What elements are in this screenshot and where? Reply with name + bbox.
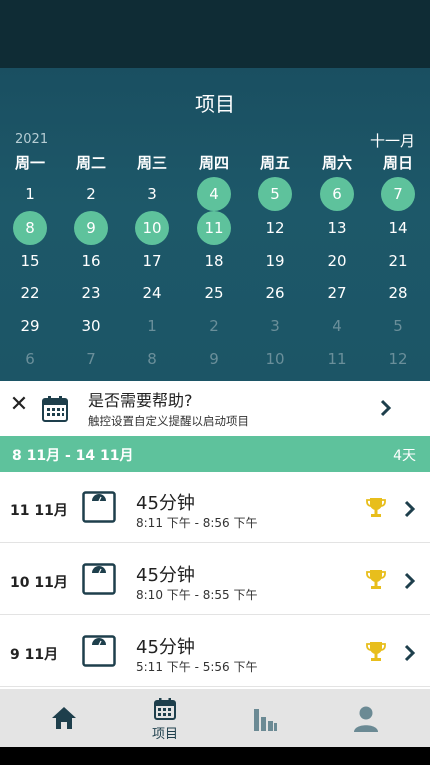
status-bar bbox=[0, 0, 430, 68]
calendar-day[interactable]: 12 bbox=[258, 211, 292, 245]
calendar-day[interactable]: 18 bbox=[197, 244, 231, 278]
nav-home[interactable] bbox=[14, 689, 114, 747]
help-card[interactable]: ✕ 是否需要帮助? 触控设置自定义提醒以启动项目 bbox=[0, 381, 430, 436]
calendar-day[interactable]: 9 bbox=[197, 342, 231, 376]
calendar-day[interactable]: 21 bbox=[381, 244, 415, 278]
calendar-day[interactable]: 19 bbox=[258, 244, 292, 278]
calendar-day[interactable]: 16 bbox=[74, 244, 108, 278]
week-day-count: 4天 bbox=[393, 448, 416, 464]
weekday-label: 周五 bbox=[259, 154, 290, 172]
weekday-label: 周二 bbox=[75, 154, 106, 172]
calendar-day[interactable]: 2 bbox=[74, 177, 108, 211]
page-title: 项目 bbox=[195, 92, 235, 116]
scale-icon bbox=[82, 491, 116, 523]
calendar-day[interactable]: 25 bbox=[197, 276, 231, 310]
calendar-day-completed[interactable]: 9 bbox=[74, 211, 108, 245]
bar-chart-icon bbox=[254, 709, 277, 731]
trophy-icon bbox=[366, 570, 386, 589]
calendar-day[interactable]: 5 bbox=[381, 309, 415, 343]
trophy-icon bbox=[366, 642, 386, 661]
nav-profile[interactable] bbox=[316, 689, 416, 747]
trophy-icon bbox=[366, 498, 386, 517]
calendar-day[interactable]: 28 bbox=[381, 276, 415, 310]
home-icon bbox=[52, 707, 76, 729]
chevron-right-icon[interactable] bbox=[404, 644, 416, 662]
calendar-day[interactable]: 6 bbox=[13, 342, 47, 376]
calendar-day-completed[interactable]: 10 bbox=[135, 211, 169, 245]
chevron-right-icon[interactable] bbox=[404, 500, 416, 518]
calendar-day-completed[interactable]: 5 bbox=[258, 177, 292, 211]
calendar-day-completed[interactable]: 7 bbox=[381, 177, 415, 211]
calendar-day-completed[interactable]: 4 bbox=[197, 177, 231, 211]
weekday-label: 周四 bbox=[198, 154, 229, 172]
session-date: 9 11月 bbox=[10, 647, 59, 663]
session-row[interactable]: 10 11月 45分钟 8:10 下午 - 8:55 下午 bbox=[0, 545, 430, 615]
session-duration: 45分钟 bbox=[136, 493, 195, 514]
session-time: 8:11 下午 - 8:56 下午 bbox=[136, 516, 258, 530]
help-title: 是否需要帮助? bbox=[88, 391, 193, 410]
year-label: 2021 bbox=[15, 132, 49, 147]
calendar-day[interactable]: 8 bbox=[135, 342, 169, 376]
session-date: 11 11月 bbox=[10, 503, 68, 519]
calendar-day[interactable]: 24 bbox=[135, 276, 169, 310]
calendar-day-completed[interactable]: 8 bbox=[13, 211, 47, 245]
chevron-right-icon[interactable] bbox=[404, 572, 416, 590]
calendar-icon bbox=[154, 698, 176, 720]
calendar-day[interactable]: 3 bbox=[258, 309, 292, 343]
calendar-icon bbox=[42, 396, 68, 422]
close-icon[interactable]: ✕ bbox=[9, 394, 29, 416]
session-row[interactable]: 11 11月 45分钟 8:11 下午 - 8:56 下午 bbox=[0, 473, 430, 543]
month-label: 十一月 bbox=[369, 132, 415, 150]
calendar-day[interactable]: 29 bbox=[13, 309, 47, 343]
chevron-right-icon[interactable] bbox=[380, 399, 392, 417]
calendar-day[interactable]: 15 bbox=[13, 244, 47, 278]
calendar-day[interactable]: 11 bbox=[320, 342, 354, 376]
calendar-day[interactable]: 13 bbox=[320, 211, 354, 245]
calendar-day[interactable]: 10 bbox=[258, 342, 292, 376]
session-date: 10 11月 bbox=[10, 575, 68, 591]
calendar-day[interactable]: 12 bbox=[381, 342, 415, 376]
calendar-day[interactable]: 1 bbox=[13, 177, 47, 211]
scale-icon bbox=[82, 635, 116, 667]
calendar-day[interactable]: 7 bbox=[74, 342, 108, 376]
calendar-day[interactable]: 17 bbox=[135, 244, 169, 278]
bottom-nav: 项目 bbox=[0, 689, 430, 747]
session-duration: 45分钟 bbox=[136, 637, 195, 658]
session-duration: 45分钟 bbox=[136, 565, 195, 586]
session-row[interactable]: 9 11月 45分钟 5:11 下午 - 5:56 下午 bbox=[0, 617, 430, 687]
calendar-day-completed[interactable]: 6 bbox=[320, 177, 354, 211]
calendar-day[interactable]: 26 bbox=[258, 276, 292, 310]
week-range: 8 11月 - 14 11月 bbox=[12, 448, 134, 464]
person-icon bbox=[354, 706, 378, 732]
session-time: 5:11 下午 - 5:56 下午 bbox=[136, 660, 258, 674]
weekday-label: 周日 bbox=[382, 154, 413, 172]
calendar-day-completed[interactable]: 11 bbox=[197, 211, 231, 245]
calendar-day[interactable]: 4 bbox=[320, 309, 354, 343]
weekday-label: 周六 bbox=[321, 154, 352, 172]
calendar-day[interactable]: 22 bbox=[13, 276, 47, 310]
week-summary-bar: 8 11月 - 14 11月 4天 bbox=[0, 436, 430, 472]
calendar-day[interactable]: 14 bbox=[381, 211, 415, 245]
calendar-day[interactable]: 20 bbox=[320, 244, 354, 278]
nav-projects-label: 项目 bbox=[151, 727, 178, 742]
calendar-day[interactable]: 27 bbox=[320, 276, 354, 310]
system-navigation-bar bbox=[0, 747, 430, 765]
calendar-day[interactable]: 2 bbox=[197, 309, 231, 343]
help-subtitle: 触控设置自定义提醒以启动项目 bbox=[88, 414, 249, 428]
calendar-day[interactable]: 1 bbox=[135, 309, 169, 343]
nav-stats[interactable] bbox=[215, 689, 315, 747]
calendar-day[interactable]: 30 bbox=[74, 309, 108, 343]
session-time: 8:10 下午 - 8:55 下午 bbox=[136, 588, 258, 602]
calendar-day[interactable]: 3 bbox=[135, 177, 169, 211]
calendar-day[interactable]: 23 bbox=[74, 276, 108, 310]
scale-icon bbox=[82, 563, 116, 595]
calendar-header: 项目 2021 十一月 周一 周二 周三 周四 周五 周六 周日 1 2 3 4 5 6 7 8 9 10 11… bbox=[0, 68, 430, 381]
nav-projects[interactable]: 项目 bbox=[115, 689, 215, 747]
weekday-label: 周一 bbox=[14, 154, 45, 172]
weekday-label: 周三 bbox=[136, 154, 167, 172]
